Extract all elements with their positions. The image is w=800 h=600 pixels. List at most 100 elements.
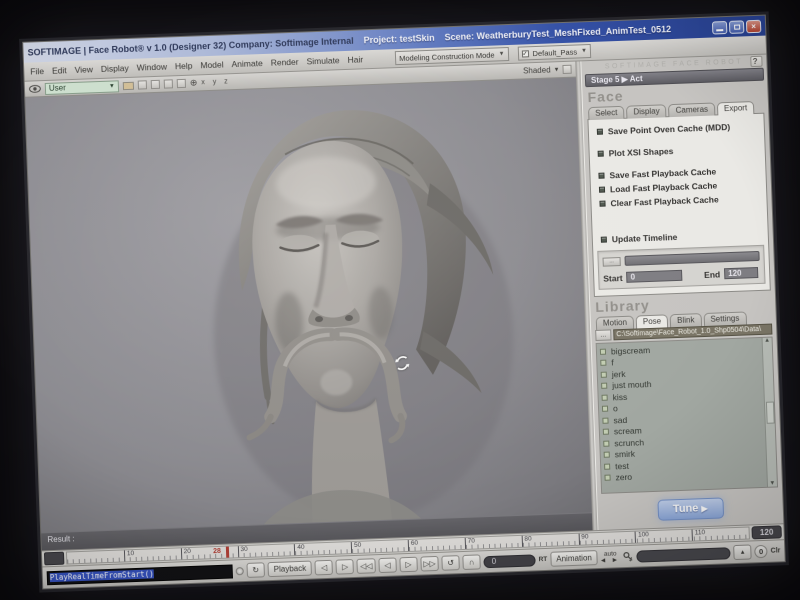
minimize-button[interactable] — [712, 20, 727, 34]
end-frame-field[interactable]: 120 — [724, 267, 758, 279]
menu-item[interactable]: Display — [101, 63, 129, 74]
center-icon[interactable]: ⊕ — [190, 77, 198, 88]
play-reverse-button[interactable]: ◁ — [378, 557, 397, 573]
face-tab[interactable]: Cameras — [668, 102, 715, 117]
pose-checkbox-icon[interactable] — [604, 452, 610, 458]
face-tab[interactable]: Display — [626, 104, 667, 118]
pose-checkbox-icon[interactable] — [603, 429, 609, 435]
export-options-box: Save Point Oven Cache (MDD) Plot XSI Sha… — [587, 113, 770, 297]
scroll-up-icon[interactable]: ▲ — [764, 338, 770, 344]
zero-key-button[interactable]: 0 — [754, 545, 767, 558]
construction-mode-select[interactable]: Modeling Construction Mode ▼ — [395, 47, 509, 65]
restore-button[interactable] — [729, 20, 744, 34]
help-button[interactable]: ? — [750, 56, 762, 67]
menu-item[interactable]: File — [30, 66, 44, 76]
pass-select[interactable]: ✓ Default_Pass ▼ — [517, 44, 591, 61]
menu-item[interactable]: Simulate — [306, 55, 339, 66]
3d-viewport[interactable] — [25, 78, 592, 533]
option-box-icon — [599, 187, 605, 193]
script-command-text: PlayRealTimeFromStart() — [50, 569, 154, 582]
animation-menu-button[interactable]: Animation — [550, 550, 598, 567]
maximize-view-button[interactable] — [562, 65, 571, 74]
scroll-down-icon[interactable]: ▼ — [769, 481, 775, 487]
pose-checkbox-icon[interactable] — [604, 475, 610, 481]
menu-item[interactable]: Model — [200, 59, 224, 70]
timeline-tick-label: 50 — [351, 542, 362, 553]
project-label: Project: testSkin — [363, 33, 434, 46]
clear-key-button[interactable]: Clr — [771, 547, 781, 554]
start-frame-field[interactable]: 0 — [626, 270, 682, 283]
frame-forward-button[interactable]: ▷ — [336, 559, 355, 575]
projected-screen: SOFTIMAGE | Face Robot® v 1.0 (Designer … — [22, 15, 786, 590]
result-label: Result : — [47, 534, 74, 544]
construction-mode-label: Modeling Construction Mode — [399, 50, 495, 62]
cache-file-field[interactable] — [624, 251, 759, 266]
scroll-thumb[interactable] — [765, 401, 774, 423]
keyable-parameters-field[interactable] — [637, 547, 731, 562]
keyframe-up-button[interactable]: ▲ — [733, 544, 752, 560]
key-icon[interactable] — [623, 551, 634, 562]
view-option-button[interactable] — [151, 80, 160, 89]
pose-checkbox-icon[interactable] — [601, 371, 607, 377]
library-tab[interactable]: Settings — [703, 311, 746, 326]
browse-button[interactable]: ... — [595, 329, 611, 341]
menu-item[interactable]: Edit — [52, 65, 67, 76]
current-frame-box[interactable] — [44, 552, 64, 566]
pose-checkbox-icon[interactable] — [602, 406, 608, 412]
camera-select[interactable]: User ▼ — [45, 80, 119, 95]
go-to-start-button[interactable]: ◁◁ — [357, 558, 376, 574]
option-box-icon — [597, 129, 603, 135]
playhead[interactable]: 28 — [226, 547, 229, 558]
start-label: Start — [603, 272, 623, 283]
menu-item[interactable]: View — [74, 64, 93, 75]
loop-button[interactable]: ↺ — [441, 555, 460, 571]
menu-item[interactable]: Help — [175, 61, 193, 72]
pass-checkbox[interactable]: ✓ — [521, 50, 528, 57]
axis-labels[interactable]: x y z — [201, 78, 231, 86]
pose-checkbox-icon[interactable] — [603, 440, 609, 446]
stage-label: Stage 5 ▶ Act — [591, 74, 643, 85]
menu-item[interactable]: Hair — [347, 54, 363, 65]
view-option-button[interactable] — [177, 79, 186, 88]
view-option-button[interactable] — [138, 80, 147, 89]
face-tab[interactable]: Select — [588, 106, 625, 120]
face-tab[interactable]: Export — [717, 101, 755, 115]
pose-checkbox-icon[interactable] — [600, 348, 606, 354]
timeline-tick-label: 60 — [408, 540, 419, 551]
display-mode-select[interactable]: Shaded — [523, 65, 551, 75]
mini-browse-button[interactable]: ... — [602, 257, 620, 267]
close-button[interactable]: × — [746, 19, 761, 33]
frame-back-button[interactable]: ◁ — [315, 560, 334, 576]
eye-icon[interactable] — [29, 84, 41, 93]
library-tab[interactable]: Pose — [636, 314, 669, 328]
pose-checkbox-icon[interactable] — [602, 417, 608, 423]
refresh-icon[interactable]: ↻ — [246, 562, 265, 578]
mute-button[interactable]: ∩ — [462, 554, 481, 570]
pose-checkbox-icon[interactable] — [604, 463, 610, 469]
auto-key-control[interactable]: auto ◀ ▶ — [601, 551, 620, 564]
main-area: User ▼ ⊕ x y z Shaded ▼ — [25, 55, 784, 551]
end-frame-box[interactable]: 120 — [751, 525, 781, 539]
current-frame-field[interactable]: 0 — [483, 554, 535, 568]
view-color-swatch[interactable] — [123, 81, 134, 89]
script-command-field[interactable]: PlayRealTimeFromStart() — [47, 564, 233, 585]
pose-checkbox-icon[interactable] — [601, 383, 607, 389]
xsi-face-robot-window: SOFTIMAGE | Face Robot® v 1.0 (Designer … — [22, 15, 786, 590]
pose-checkbox-icon[interactable] — [602, 394, 608, 400]
right-panel: SOFTIMAGE FACE ROBOT ? Stage 5 ▶ Act Fac… — [580, 55, 783, 531]
go-to-end-button[interactable]: ▷▷ — [420, 556, 439, 572]
script-scroll-knob[interactable] — [236, 567, 244, 575]
library-tab[interactable]: Blink — [670, 313, 702, 327]
play-forward-button[interactable]: ▷ — [399, 557, 418, 573]
pose-checkbox-icon[interactable] — [600, 360, 606, 366]
viewport-header-right: Shaded ▼ — [523, 65, 572, 76]
pose-list[interactable]: bigscream f jerk just mouth kiss — [596, 337, 778, 494]
tune-button[interactable]: Tune ▶ — [657, 497, 724, 520]
playback-menu-button[interactable]: Playback — [267, 561, 312, 578]
view-option-button[interactable] — [164, 79, 173, 88]
menu-item[interactable]: Window — [137, 62, 168, 73]
menu-item[interactable]: Render — [271, 57, 299, 68]
auto-arrows-icon[interactable]: ◀ ▶ — [601, 557, 620, 564]
library-tab[interactable]: Motion — [596, 316, 634, 330]
menu-item[interactable]: Animate — [231, 58, 263, 69]
